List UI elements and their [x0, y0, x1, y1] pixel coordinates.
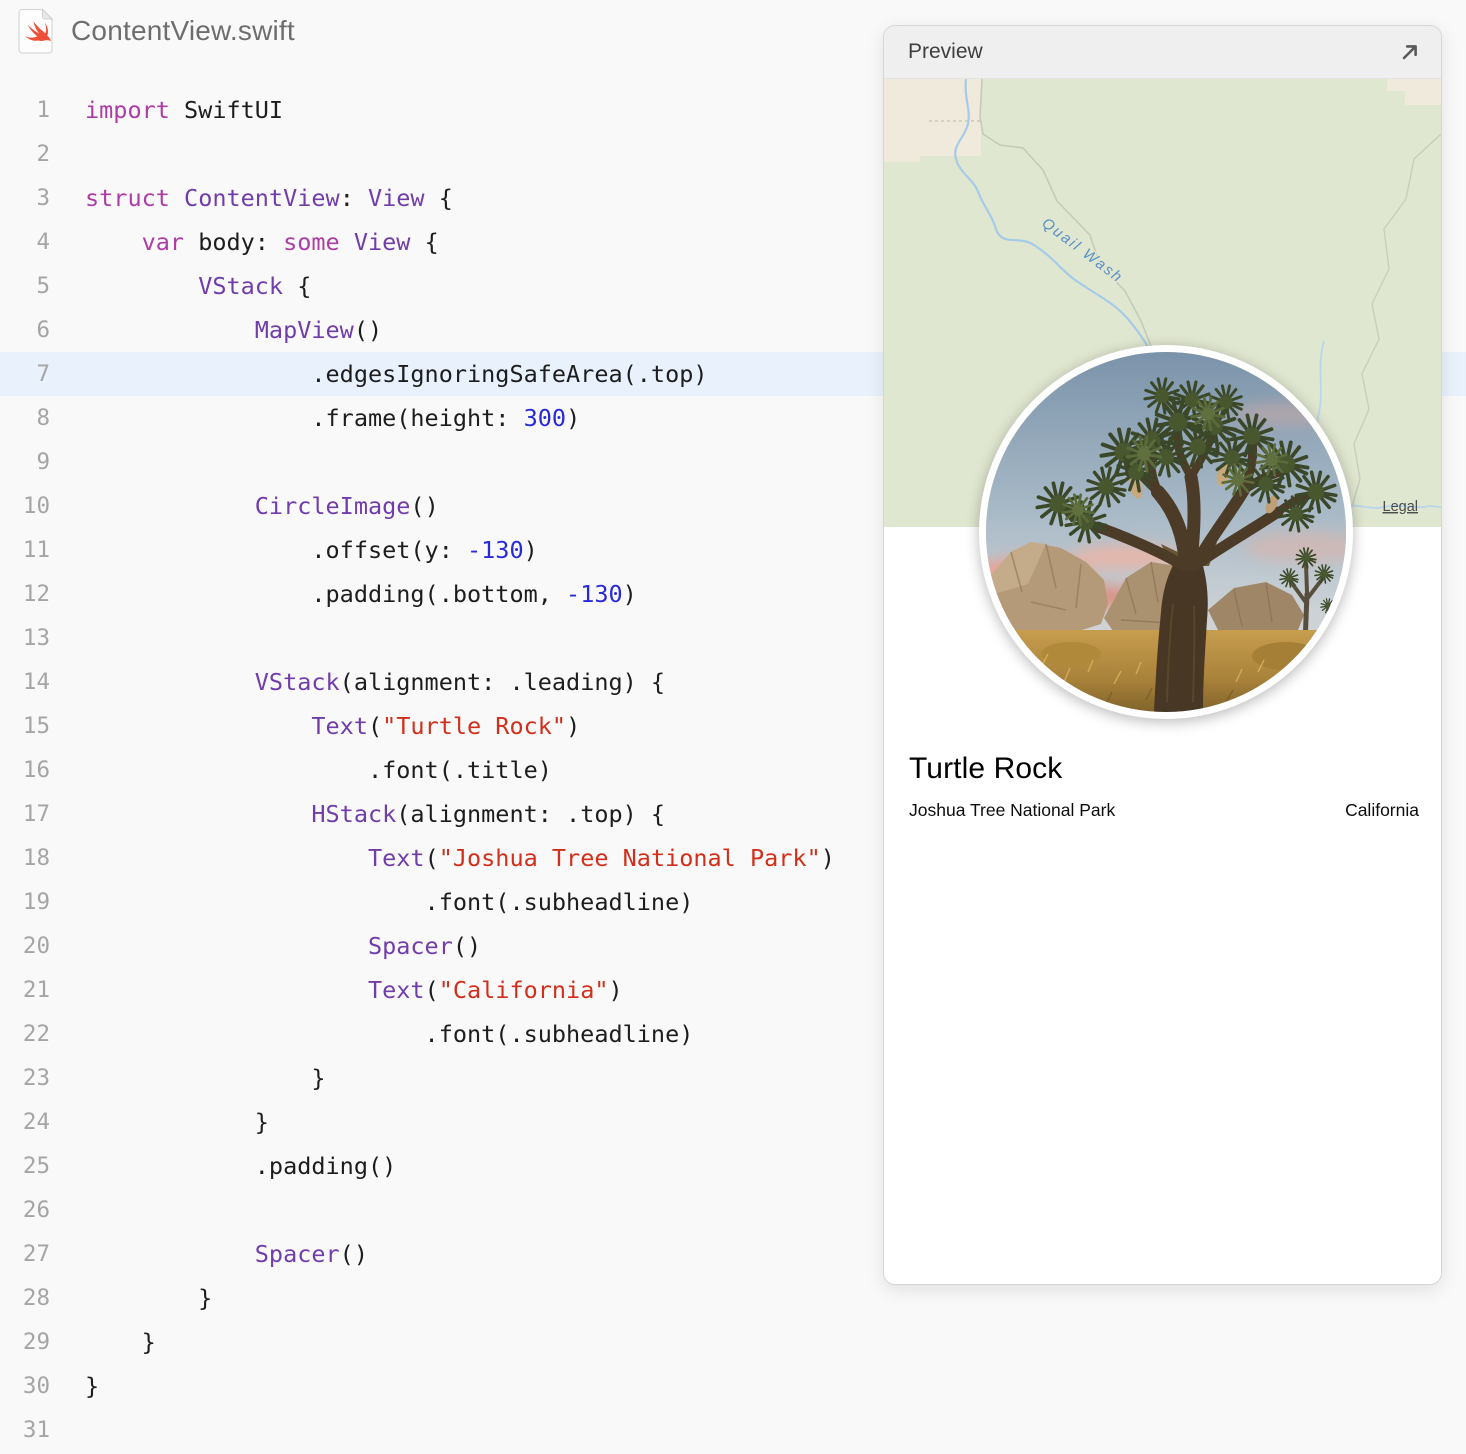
file-title: ContentView.swift [71, 15, 295, 46]
line-number: 25 [22, 1153, 50, 1179]
code-content: .padding(.bottom, -130) [85, 580, 637, 608]
code-content: Spacer() [254, 1240, 368, 1268]
code-content: .frame(height: 300) [85, 404, 581, 432]
line-number: 1 [36, 97, 50, 123]
line-number: 19 [22, 889, 50, 915]
circle-image [979, 345, 1353, 719]
line-number: 30 [22, 1373, 50, 1399]
file-header: ContentView.swift [18, 8, 295, 54]
place-card: Turtle Rock Joshua Tree National Park Ca… [909, 752, 1419, 821]
swift-file-icon [18, 8, 54, 54]
line-number: 20 [22, 933, 50, 959]
line-number: 24 [22, 1109, 50, 1135]
line-number: 26 [22, 1197, 50, 1223]
line-number: 4 [36, 229, 50, 255]
code-content: Text("Turtle Rock") [311, 712, 581, 740]
line-number: 3 [36, 185, 50, 211]
code-content: VStack { [198, 272, 312, 300]
code-content: } [85, 1064, 326, 1092]
code-content: struct ContentView: View { [85, 184, 453, 212]
code-content: VStack(alignment: .leading) { [254, 668, 666, 696]
line-number: 21 [22, 977, 50, 1003]
place-title: Turtle Rock [909, 752, 1063, 785]
line-number: 5 [36, 273, 50, 299]
line-number: 23 [22, 1065, 50, 1091]
line-number: 27 [22, 1241, 50, 1267]
code-content: var body: some View { [141, 228, 439, 256]
code-content: .edgesIgnoringSafeArea(.top) [85, 360, 708, 388]
line-number: 15 [22, 713, 50, 739]
preview-panel: Preview Quail Wash Legal Turtle Rock Jos… [883, 25, 1442, 1285]
place-park: Joshua Tree National Park [909, 800, 1116, 820]
code-content: import SwiftUI [85, 96, 284, 124]
legal-link[interactable]: Legal [1383, 499, 1418, 515]
code-content: CircleImage() [254, 492, 439, 520]
line-number: 17 [22, 801, 50, 827]
code-line[interactable]: 29 } [0, 1320, 1466, 1364]
code-line[interactable]: 31 [0, 1408, 1466, 1452]
code-content: .offset(y: -130) [85, 536, 538, 564]
place-state: California [1345, 800, 1419, 820]
line-number: 2 [36, 141, 50, 167]
code-content: Text("Joshua Tree National Park") [367, 844, 835, 872]
code-content: .font(.title) [85, 756, 552, 784]
code-content: Spacer() [367, 932, 482, 960]
line-number: 22 [22, 1021, 50, 1047]
line-number: 9 [36, 449, 50, 475]
code-content: HStack(alignment: .top) { [311, 800, 666, 828]
code-content: } [85, 1328, 156, 1356]
arrow-up-right-icon [1402, 45, 1417, 60]
code-content: } [85, 1372, 100, 1400]
expand-preview-button[interactable] [1395, 37, 1425, 67]
code-content: .padding() [85, 1152, 397, 1180]
line-number: 10 [22, 493, 50, 519]
preview-header: Preview [884, 26, 1441, 79]
line-number: 31 [22, 1417, 50, 1443]
line-number: 12 [22, 581, 50, 607]
line-number: 18 [22, 845, 50, 871]
line-number: 8 [36, 405, 50, 431]
preview-title: Preview [908, 40, 983, 63]
code-content: MapView() [254, 316, 383, 344]
code-content: .font(.subheadline) [85, 888, 694, 916]
line-number: 11 [22, 537, 50, 563]
line-number: 14 [22, 669, 50, 695]
line-number: 29 [22, 1329, 50, 1355]
line-number: 16 [22, 757, 50, 783]
line-number: 13 [22, 625, 50, 651]
code-content: .font(.subheadline) [85, 1020, 694, 1048]
code-line[interactable]: 30} [0, 1364, 1466, 1408]
line-number: 6 [36, 317, 50, 343]
code-content: } [85, 1108, 269, 1136]
line-number: 28 [22, 1285, 50, 1311]
line-number: 7 [36, 361, 50, 387]
code-content: } [85, 1284, 213, 1312]
code-content: Text("California") [367, 976, 623, 1004]
